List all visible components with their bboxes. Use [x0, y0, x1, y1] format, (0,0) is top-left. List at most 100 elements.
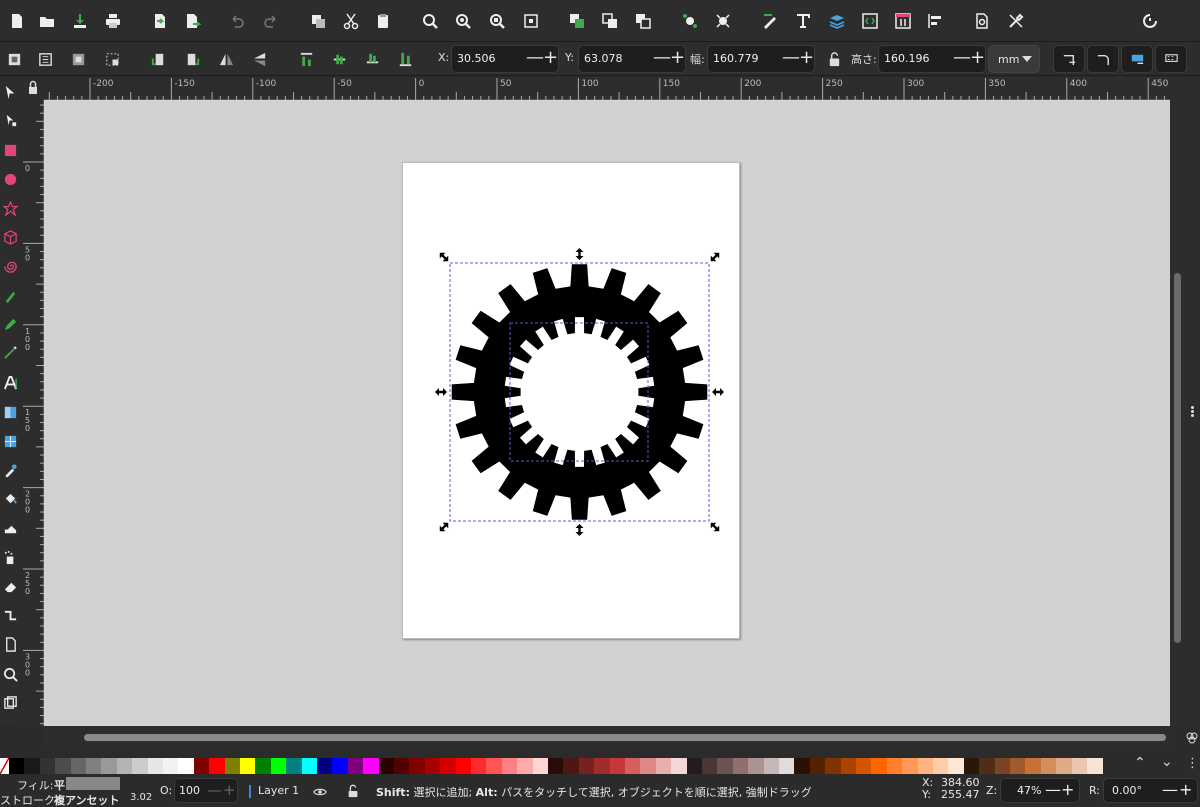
scale-stroke-icon[interactable] — [1053, 45, 1085, 73]
stroke-width-value[interactable]: 3.02 — [130, 792, 152, 803]
palette-swatch[interactable] — [70, 758, 87, 774]
palette-swatch[interactable] — [671, 758, 688, 774]
palette-swatch[interactable] — [39, 758, 56, 774]
width-decrement-button[interactable]: — — [782, 48, 800, 68]
canvas[interactable] — [44, 100, 1170, 726]
vertical-scrollbar[interactable] — [1170, 77, 1185, 727]
palette-swatch[interactable] — [825, 758, 842, 774]
commands-bar-toggle-icon[interactable] — [1137, 8, 1163, 34]
ruler-horizontal[interactable]: -200 -150 -100 -50 0 50 100 150 200 250 300 350 400 4… — [44, 77, 1170, 100]
text-font-icon[interactable] — [790, 8, 816, 34]
move-gradients-icon[interactable] — [1121, 45, 1153, 73]
text-tool-icon[interactable] — [1, 370, 19, 394]
palette-swatch[interactable] — [609, 758, 626, 774]
fill-stroke-icon[interactable] — [757, 8, 783, 34]
palette-swatch[interactable] — [363, 758, 380, 774]
undo-icon[interactable] — [224, 8, 250, 34]
zoom-spinbox[interactable]: 47% — + — [1000, 778, 1080, 803]
selector-tool-icon[interactable] — [1, 80, 19, 104]
group-icon[interactable] — [597, 8, 623, 34]
connector-tool-icon[interactable] — [1, 603, 19, 627]
x-decrement-button[interactable]: — — [526, 48, 544, 68]
palette-swatch[interactable] — [224, 758, 241, 774]
lock-guides-icon[interactable] — [22, 77, 44, 100]
palette-swatch[interactable] — [732, 758, 749, 774]
invert-selection-icon[interactable] — [66, 48, 90, 70]
palette-swatch[interactable] — [55, 758, 72, 774]
ungroup-icon[interactable] — [630, 8, 656, 34]
palette-swatch[interactable] — [116, 758, 133, 774]
palette-swatch[interactable] — [86, 758, 102, 774]
palette-scroll-down-icon[interactable]: ⌄ — [1161, 754, 1173, 770]
rotate-cw-icon[interactable] — [180, 48, 204, 70]
palette-swatch[interactable] — [794, 758, 811, 774]
palette-swatch[interactable] — [578, 758, 595, 774]
y-increment-button[interactable]: + — [670, 48, 685, 68]
scale-handle-w[interactable] — [435, 388, 447, 396]
scale-handle-s[interactable] — [575, 524, 584, 536]
calligraphy-tool-icon[interactable] — [1, 340, 19, 364]
zoom-page-width-icon[interactable] — [518, 8, 544, 34]
scale-corners-icon[interactable] — [1087, 45, 1119, 73]
palette-swatch[interactable] — [948, 758, 965, 774]
unlock-icon[interactable] — [346, 784, 360, 798]
eye-icon[interactable] — [313, 785, 327, 799]
dropper-tool-icon[interactable] — [1, 458, 19, 482]
horizontal-scrollbar-thumb[interactable] — [84, 734, 1166, 741]
palette-swatch[interactable] — [902, 758, 919, 774]
paste-icon[interactable] — [370, 8, 396, 34]
export-icon[interactable] — [179, 8, 205, 34]
node-tool-icon[interactable] — [1, 108, 19, 132]
palette-swatch[interactable] — [286, 758, 303, 774]
scale-handle-n[interactable] — [575, 248, 584, 260]
rotate-spinbox[interactable]: 0.00° — + — [1103, 778, 1198, 803]
unit-select[interactable]: mm — [988, 45, 1040, 73]
palette-swatch[interactable] — [132, 758, 149, 774]
fill-indicator[interactable] — [66, 777, 120, 790]
horizontal-scrollbar[interactable] — [44, 726, 1170, 750]
layers-icon[interactable] — [824, 8, 850, 34]
palette-swatch[interactable] — [840, 758, 857, 774]
node-snap-icon[interactable] — [710, 8, 736, 34]
palette-swatch[interactable] — [856, 758, 872, 774]
palette-swatch[interactable] — [871, 758, 888, 774]
objects-icon[interactable] — [890, 8, 916, 34]
palette-swatch[interactable] — [809, 758, 826, 774]
zoom-tool-icon[interactable] — [1, 662, 19, 686]
cut-icon[interactable] — [338, 8, 364, 34]
palette-swatch[interactable] — [332, 758, 349, 774]
pages-tool-icon[interactable] — [1, 632, 19, 656]
palette-swatch[interactable] — [240, 758, 256, 774]
palette-swatch[interactable] — [532, 758, 549, 774]
fill-value[interactable]: 平 — [54, 777, 65, 793]
palette-swatch[interactable] — [517, 758, 534, 774]
gear-object[interactable] — [451, 264, 708, 520]
palette-swatch[interactable] — [979, 758, 996, 774]
raise-to-top-icon[interactable] — [564, 8, 590, 34]
width-spinbox[interactable]: 160.779 — + — [707, 45, 815, 73]
spiral-tool-icon[interactable] — [1, 254, 19, 278]
palette-swatch[interactable] — [917, 758, 934, 774]
color-managed-icon[interactable] — [1185, 731, 1199, 745]
palette-swatch[interactable] — [563, 758, 580, 774]
ruler-vertical[interactable]: 050100150200250300 — [22, 100, 44, 726]
ellipse-tool-icon[interactable] — [1, 167, 19, 191]
height-value[interactable]: 160.196 — [884, 52, 930, 65]
palette-scroll-up-icon[interactable]: ⌃ — [1134, 755, 1146, 771]
lower-to-bottom-icon[interactable] — [393, 48, 417, 70]
dock-handle-icon[interactable] — [1191, 406, 1194, 418]
raise-to-top-icon-2[interactable] — [294, 48, 318, 70]
palette-swatch[interactable] — [748, 758, 765, 774]
zoom-increment-button[interactable]: + — [1061, 780, 1074, 799]
palette-swatch[interactable] — [886, 758, 903, 774]
x-increment-button[interactable]: + — [543, 48, 558, 68]
palette-swatch[interactable] — [625, 758, 641, 774]
palette-swatch[interactable] — [640, 758, 657, 774]
palette-swatch[interactable] — [378, 758, 395, 774]
palette-swatch[interactable] — [1025, 758, 1042, 774]
palette-swatch[interactable] — [270, 758, 287, 774]
new-document-icon[interactable] — [4, 8, 30, 34]
palette-swatch[interactable] — [455, 758, 472, 774]
palette-swatch[interactable] — [147, 758, 164, 774]
height-decrement-button[interactable]: — — [953, 48, 971, 68]
